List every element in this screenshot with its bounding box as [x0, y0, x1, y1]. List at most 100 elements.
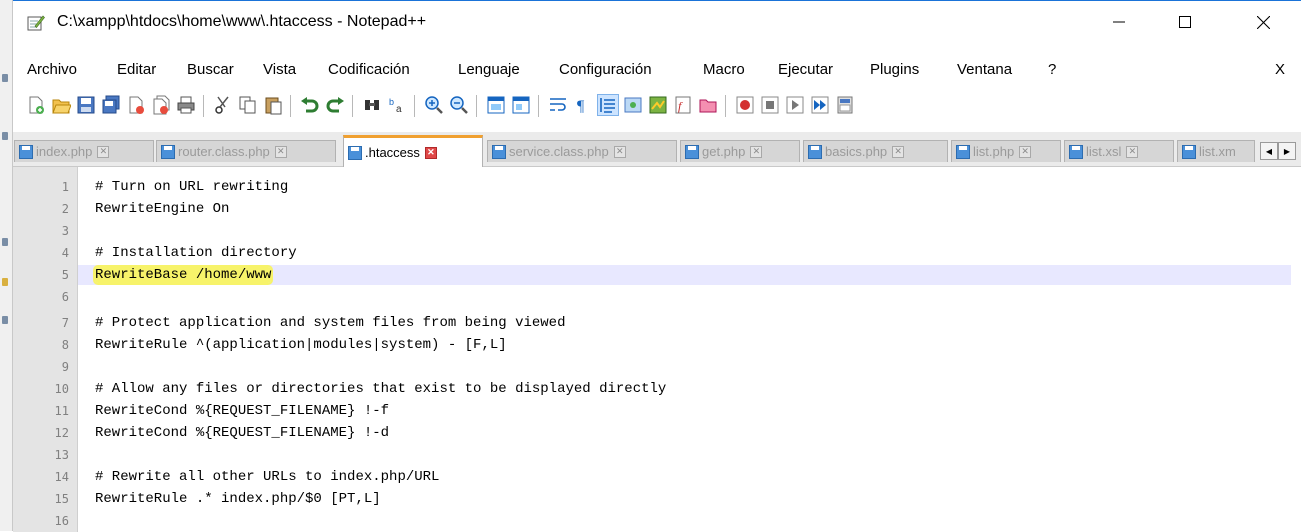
menu-configuracion[interactable]: Configuración [559, 61, 652, 78]
saved-file-icon [161, 144, 175, 159]
menu-archivo[interactable]: Archivo [27, 61, 77, 78]
folder-as-workspace-icon[interactable] [698, 95, 718, 115]
code-text[interactable]: # Allow any files or directories that ex… [95, 379, 666, 399]
code-text[interactable]: RewriteRule .* index.php/$0 [PT,L] [95, 489, 381, 509]
menu-macro[interactable]: Macro [703, 61, 745, 78]
close-all-icon[interactable] [151, 95, 171, 115]
line-number: 9 [61, 360, 69, 374]
toolbar-separator [538, 95, 539, 117]
cut-icon[interactable] [213, 95, 233, 115]
line-number: 5 [61, 268, 69, 282]
code-text[interactable]: RewriteEngine On [95, 199, 229, 219]
show-all-characters-icon[interactable]: ¶ [573, 95, 593, 115]
code-text[interactable]: RewriteCond %{REQUEST_FILENAME} !-d [95, 423, 389, 443]
save-all-icon[interactable] [101, 95, 121, 115]
sync-horizontal-icon[interactable] [511, 95, 531, 115]
menu-plugins[interactable]: Plugins [870, 61, 919, 78]
code-text[interactable]: RewriteBase /home/www [95, 265, 272, 285]
tab-basics-php[interactable]: basics.php ✕ [803, 140, 948, 162]
undo-icon[interactable] [300, 95, 320, 115]
code-editor[interactable]: 1 # Turn on URL rewriting 2 RewriteEngin… [13, 167, 1301, 532]
print-icon[interactable] [176, 95, 196, 115]
tab-scroll-right-button[interactable]: ▶ [1278, 142, 1296, 160]
menu-help[interactable]: ? [1048, 61, 1056, 78]
record-macro-icon[interactable] [735, 95, 755, 115]
play-macro-icon[interactable] [785, 95, 805, 115]
copy-icon[interactable] [238, 95, 258, 115]
menu-buscar[interactable]: Buscar [187, 61, 234, 78]
tab-router-class-php[interactable]: router.class.php ✕ [156, 140, 336, 162]
code-line: 7 # Protect application and system files… [13, 313, 1301, 333]
line-number: 4 [61, 246, 69, 260]
indent-guide-icon[interactable] [597, 94, 619, 116]
code-text[interactable]: # Rewrite all other URLs to index.php/UR… [95, 467, 439, 487]
menu-lenguaje[interactable]: Lenguaje [458, 61, 520, 78]
tab-close-button[interactable]: ✕ [750, 145, 763, 158]
tab-list-xm[interactable]: list.xm [1177, 140, 1255, 162]
current-code-line: 5 RewriteBase /home/www [13, 265, 1301, 285]
highlighted-text: RewriteBase /home/www [95, 267, 272, 283]
zoom-in-icon[interactable] [424, 95, 444, 115]
new-file-icon[interactable] [26, 95, 46, 115]
background-icon [2, 316, 8, 324]
menu-ejecutar[interactable]: Ejecutar [778, 61, 833, 78]
close-file-icon[interactable] [126, 95, 146, 115]
save-icon[interactable] [76, 95, 96, 115]
tab-service-class-php[interactable]: service.class.php ✕ [487, 140, 677, 162]
tab-close-button[interactable]: ✕ [1019, 145, 1032, 158]
function-list-icon[interactable]: f [673, 95, 693, 115]
title-bar[interactable]: C:\xampp\htdocs\home\www\.htaccess - Not… [13, 1, 1301, 43]
document-map-icon[interactable] [648, 95, 668, 115]
tab-list-xsl[interactable]: list.xsl ✕ [1064, 140, 1174, 162]
tab-close-button[interactable]: ✕ [274, 145, 287, 158]
code-text[interactable]: RewriteRule ^(application|modules|system… [95, 335, 507, 355]
code-text[interactable]: # Protect application and system files f… [95, 313, 565, 333]
word-wrap-icon[interactable] [548, 95, 568, 115]
tab-get-php[interactable]: get.php ✕ [680, 140, 800, 162]
menu-ventana[interactable]: Ventana [957, 61, 1012, 78]
tab-list-php[interactable]: list.php ✕ [951, 140, 1061, 162]
code-line: 4 # Installation directory [13, 243, 1301, 263]
menu-codificacion[interactable]: Codificación [328, 61, 410, 78]
tab-close-button[interactable]: ✕ [97, 145, 110, 158]
tab-label: index.php [36, 144, 93, 159]
notepadpp-window: C:\xampp\htdocs\home\www\.htaccess - Not… [13, 0, 1301, 532]
run-macro-multiple-icon[interactable] [810, 95, 830, 115]
close-document-x[interactable]: X [1275, 61, 1285, 78]
tab-label: list.xsl [1086, 144, 1122, 159]
save-macro-icon[interactable] [835, 95, 855, 115]
code-line: 12 RewriteCond %{REQUEST_FILENAME} !-d [13, 423, 1301, 443]
code-text[interactable]: # Installation directory [95, 243, 297, 263]
replace-icon[interactable]: ba [387, 95, 407, 115]
tab-scroll-left-button[interactable]: ◀ [1260, 142, 1278, 160]
code-text[interactable]: RewriteCond %{REQUEST_FILENAME} !-f [95, 401, 389, 421]
close-icon [1256, 15, 1270, 29]
maximize-button[interactable] [1157, 1, 1213, 43]
user-defined-language-icon[interactable] [623, 95, 643, 115]
line-number: 1 [61, 180, 69, 194]
open-file-icon[interactable] [51, 95, 71, 115]
menu-bar: Archivo Editar Buscar Vista Codificación… [13, 61, 1301, 85]
find-icon[interactable] [362, 95, 382, 115]
close-window-button[interactable] [1235, 1, 1291, 43]
menu-vista[interactable]: Vista [263, 61, 296, 78]
toolbar-separator [290, 95, 291, 117]
redo-icon[interactable] [325, 95, 345, 115]
tab-close-button[interactable]: ✕ [1126, 145, 1139, 158]
menu-editar[interactable]: Editar [117, 61, 156, 78]
saved-file-icon [19, 144, 33, 159]
sync-vertical-icon[interactable] [486, 95, 506, 115]
paste-icon[interactable] [263, 95, 283, 115]
tab-index-php[interactable]: index.php ✕ [14, 140, 154, 162]
tab-close-button[interactable]: ✕ [613, 145, 626, 158]
svg-text:¶: ¶ [577, 98, 585, 115]
stop-macro-icon[interactable] [760, 95, 780, 115]
zoom-out-icon[interactable] [449, 95, 469, 115]
line-number: 12 [54, 426, 69, 440]
tab-close-button[interactable]: ✕ [892, 145, 905, 158]
tab-close-button[interactable]: ✕ [424, 146, 437, 159]
minimize-button[interactable] [1091, 1, 1147, 43]
tab-htaccess[interactable]: .htaccess ✕ [343, 135, 483, 167]
code-text[interactable]: # Turn on URL rewriting [95, 177, 288, 197]
line-number: 14 [54, 470, 69, 484]
